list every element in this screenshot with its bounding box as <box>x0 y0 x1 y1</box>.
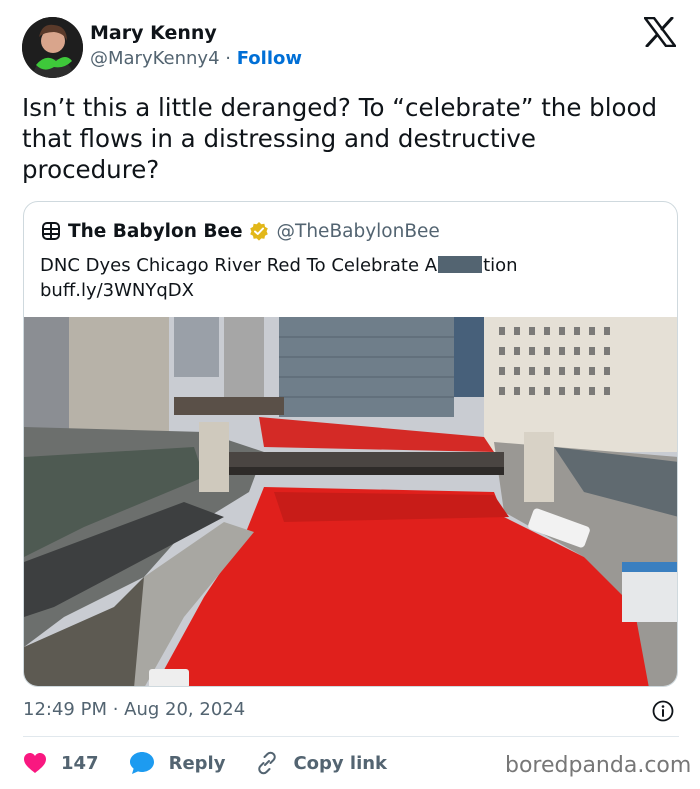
author-handle[interactable]: @MaryKenny4 <box>90 48 220 69</box>
reply-button[interactable]: Reply <box>129 751 226 775</box>
verified-badge-icon <box>249 222 268 241</box>
reply-label: Reply <box>168 752 226 774</box>
watermark: boredpanda.com <box>505 753 692 778</box>
like-count: 147 <box>61 752 99 774</box>
quoted-author-name[interactable]: The Babylon Bee <box>68 221 243 242</box>
info-icon[interactable] <box>652 700 674 722</box>
quoted-text: DNC Dyes Chicago River Red To Celebrate … <box>40 253 518 278</box>
quoted-link[interactable]: buff.ly/3WNYqDX <box>40 278 194 303</box>
tweet-timestamp[interactable]: 12:49 PM · Aug 20, 2024 <box>23 699 245 720</box>
quoted-tweet[interactable]: The Babylon Bee @TheBabylonBee DNC Dyes … <box>23 201 678 687</box>
bee-logo-icon <box>42 222 60 240</box>
chicago-river-image[interactable] <box>24 317 678 687</box>
follow-button[interactable]: Follow <box>237 48 302 69</box>
reply-bubble-icon <box>129 752 154 774</box>
link-icon <box>258 751 277 775</box>
tweet-card: Mary Kenny @MaryKenny4 · Follow Isn’t th… <box>0 0 700 789</box>
tweet-text: Isn’t this a little deranged? To “celebr… <box>22 93 658 184</box>
redaction-bar <box>438 256 483 273</box>
quoted-text-end: tion <box>483 255 518 276</box>
divider <box>23 736 679 737</box>
x-logo-icon[interactable] <box>644 17 676 47</box>
copy-link-button[interactable]: Copy link <box>255 751 387 775</box>
author-name[interactable]: Mary Kenny <box>90 22 217 44</box>
quoted-author-handle[interactable]: @TheBabylonBee <box>277 221 440 242</box>
author-avatar[interactable] <box>22 17 83 78</box>
quoted-header: The Babylon Bee @TheBabylonBee <box>40 219 440 243</box>
heart-icon <box>24 753 46 773</box>
separator: · <box>225 48 231 69</box>
quoted-text-start: DNC Dyes Chicago River Red To Celebrate … <box>40 255 438 276</box>
copy-link-label: Copy link <box>293 752 388 774</box>
author-handle-row: @MaryKenny4 · Follow <box>90 48 302 69</box>
like-button[interactable]: 147 <box>23 752 99 774</box>
action-bar: 147 Reply Copy link <box>23 748 417 778</box>
